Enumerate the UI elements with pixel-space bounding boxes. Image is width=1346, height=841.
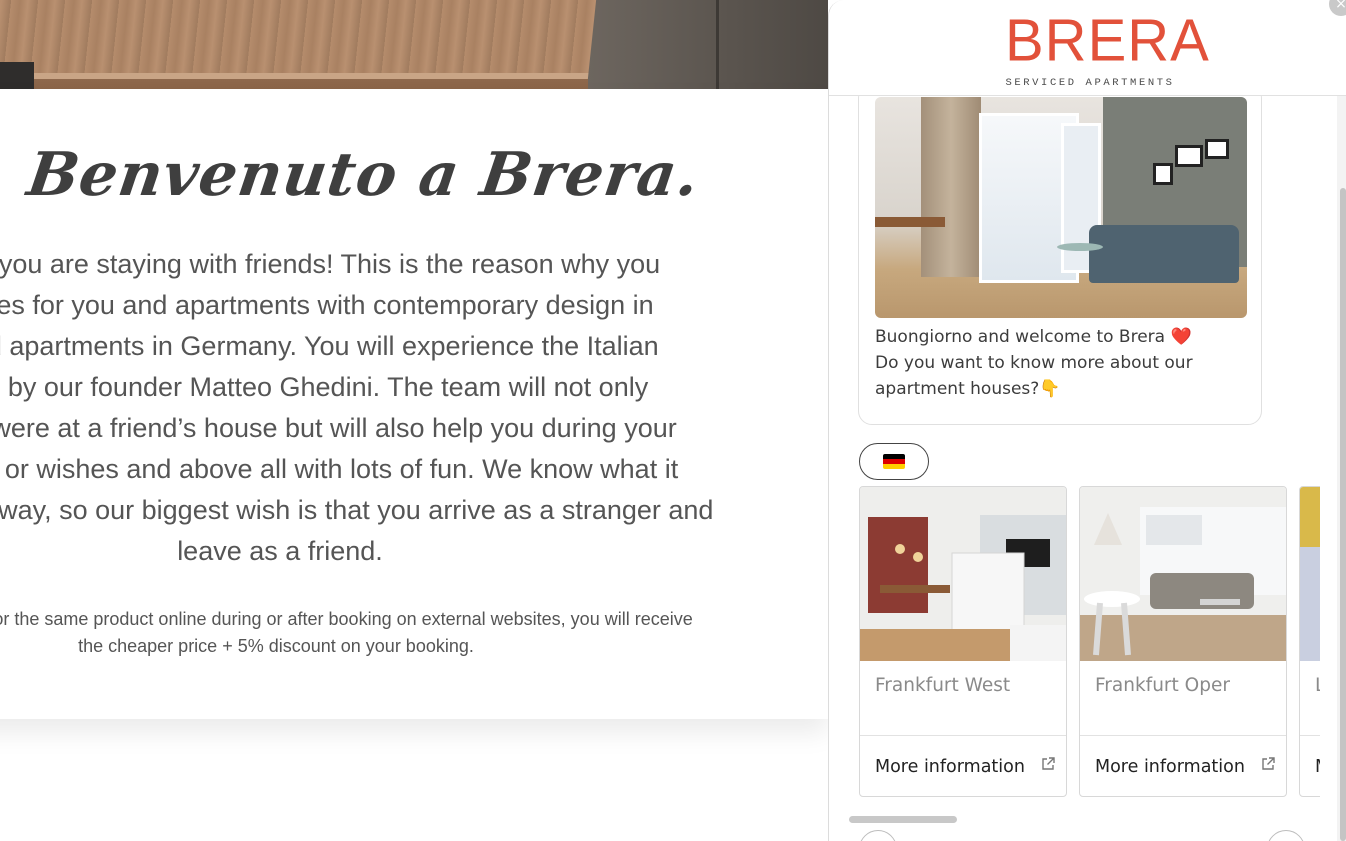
- intro-line: feel like you are staying with friends! …: [0, 249, 661, 279]
- apartment-card-partial[interactable]: L M: [1299, 486, 1320, 797]
- carousel-prev-button[interactable]: ‹: [859, 830, 897, 841]
- intro-line: questions or wishes and above all with l…: [0, 454, 679, 484]
- chat-header: BRERA SERVICED APARTMENTS ×: [829, 0, 1346, 96]
- apartment-card-photo: [1300, 487, 1320, 661]
- hero-wall: [588, 0, 828, 89]
- apartment-card-title: Frankfurt West: [875, 675, 1011, 696]
- more-information-label: More information: [1095, 756, 1245, 777]
- more-information-label: M: [1315, 757, 1320, 777]
- intro-paragraph: feel like you are staying with friends! …: [0, 244, 786, 572]
- chat-widget: BRERA SERVICED APARTMENTS × Buongiorno a…: [828, 0, 1346, 841]
- apartment-card-title: L: [1315, 675, 1320, 696]
- carousel-next-button[interactable]: ›: [1267, 830, 1305, 841]
- price-note-line: the cheaper price + 5% discount on your …: [78, 636, 474, 656]
- brand-name: BRERA: [1005, 7, 1210, 74]
- main-page: Benvenuto a Brera. feel like you are sta…: [0, 0, 828, 841]
- intro-line: that cares for you and apartments with c…: [0, 290, 654, 320]
- bot-message-text: Buongiorno and welcome to Brera ❤️ Do yo…: [875, 324, 1247, 402]
- german-language-button[interactable]: [859, 443, 929, 480]
- welcome-heading: Benvenuto a Brera.: [23, 140, 704, 210]
- apartment-photo: [875, 97, 1247, 318]
- carousel-scrollbar[interactable]: [849, 816, 957, 823]
- apartment-card-frankfurt-west[interactable]: Frankfurt West More information: [859, 486, 1067, 797]
- hero-table-leg: [0, 62, 34, 89]
- chat-messages: Buongiorno and welcome to Brera ❤️ Do yo…: [829, 84, 1337, 841]
- more-information-button[interactable]: M: [1300, 735, 1320, 796]
- close-icon[interactable]: ×: [1329, 0, 1346, 16]
- chat-scrollbar-thumb[interactable]: [1340, 188, 1346, 841]
- intro-line: leave as a friend.: [177, 536, 383, 566]
- hero-seam: [716, 0, 719, 89]
- hero-image: [0, 0, 828, 89]
- intro-line: serviced apartments in Germany. You will…: [0, 331, 659, 361]
- bot-message: Buongiorno and welcome to Brera ❤️ Do yo…: [858, 84, 1262, 425]
- hero-table-top: [0, 0, 597, 79]
- german-flag-icon: [883, 454, 905, 469]
- apartment-card-frankfurt-oper[interactable]: Frankfurt Oper More information: [1079, 486, 1287, 797]
- external-link-icon: [1042, 757, 1055, 770]
- message-line: Buongiorno and welcome to Brera ❤️: [875, 327, 1192, 347]
- brand-tagline: SERVICED APARTMENTS: [1005, 77, 1175, 89]
- price-note-line: a cheaper price for the same product onl…: [0, 609, 693, 629]
- more-information-label: More information: [875, 756, 1025, 777]
- apartment-card-title: Frankfurt Oper: [1095, 675, 1230, 696]
- message-line: apartment houses?👇: [875, 379, 1061, 399]
- more-information-button[interactable]: More information: [1080, 735, 1286, 796]
- external-link-icon: [1262, 757, 1275, 770]
- apartment-carousel[interactable]: Frankfurt West More information Frankfur…: [859, 486, 1320, 798]
- message-line: Do you want to know more about our: [875, 353, 1193, 373]
- best-price-note: a cheaper price for the same product onl…: [0, 606, 806, 660]
- brera-logo: BRERA SERVICED APARTMENTS: [1005, 7, 1210, 90]
- apartment-card-photo: [860, 487, 1066, 661]
- intro-line: as if you were at a friend’s house but w…: [0, 413, 677, 443]
- intro-line: from home away, so our biggest wish is t…: [0, 495, 714, 525]
- intro-line: shaped by our founder Matteo Ghedini. Th…: [0, 372, 649, 402]
- more-information-button[interactable]: More information: [860, 735, 1066, 796]
- apartment-card-photo: [1080, 487, 1286, 661]
